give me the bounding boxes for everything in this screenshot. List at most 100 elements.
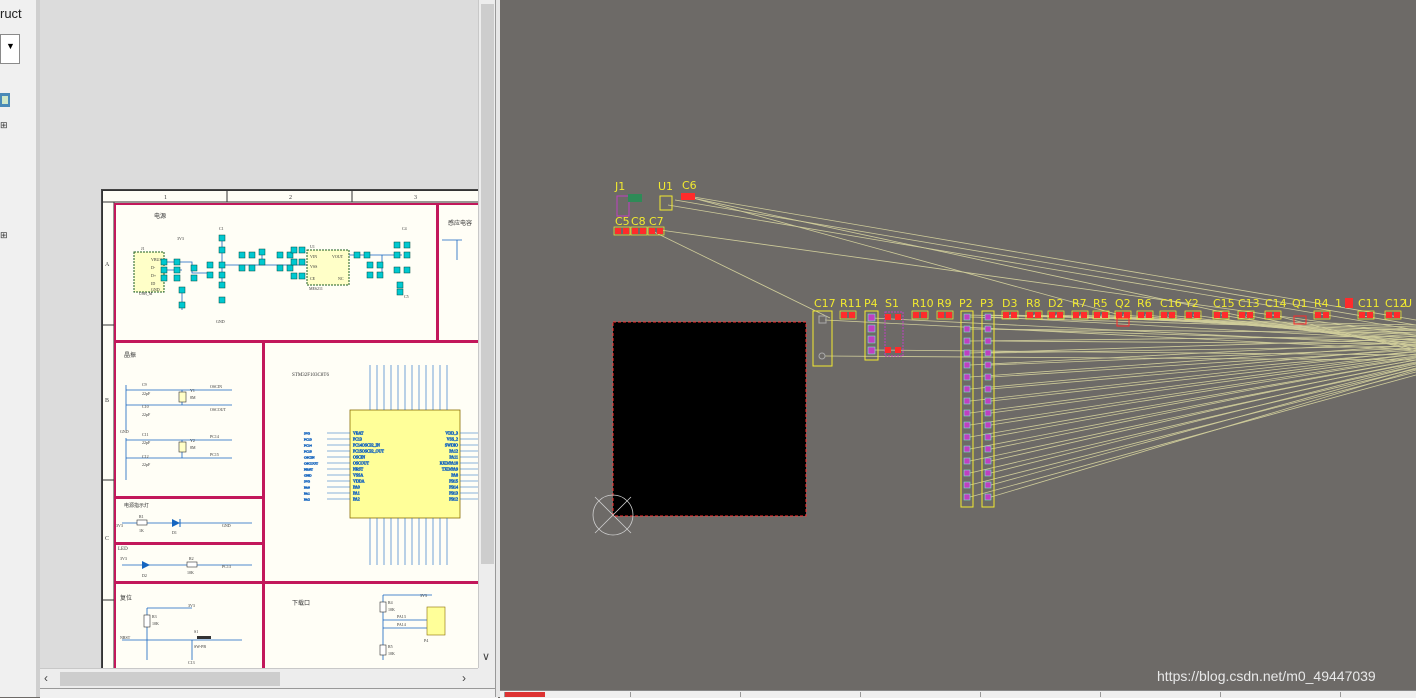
layer-tab[interactable]	[860, 692, 921, 697]
section-title-crystal: 晶振	[124, 351, 136, 359]
pcb-designator: C14	[1265, 297, 1287, 310]
regulator-pin: NC	[338, 276, 344, 281]
schematic-pad	[190, 264, 198, 272]
regulator-pin: VOUT	[332, 254, 344, 259]
schematic-view[interactable]: 1 2 3 A B C 电源 感应电容 晶振 电源指示灯 LED 复位 下载口 …	[40, 0, 478, 668]
vertical-scrollbar[interactable]: ∨	[478, 0, 496, 668]
schematic-pad	[298, 246, 306, 254]
reset-part: C13	[188, 660, 195, 665]
row-label: C	[105, 536, 109, 542]
pcb-designator: R4	[1314, 297, 1329, 310]
chevron-down-icon: ▼	[6, 41, 15, 51]
regulator-pin: CE	[310, 276, 316, 281]
pcb-designator: 1	[1335, 297, 1342, 310]
crystal-y1	[178, 391, 187, 403]
pcb-view[interactable]: C17 R11 P4 S1 R10 R9 P2 P3 D3 R8 D2 R7 R5 Q2 R6 C16 Y2 C1…	[500, 0, 1416, 690]
tree-expand-icon[interactable]: ⊞	[0, 120, 12, 130]
schematic-pad	[218, 271, 226, 279]
schematic-pad	[396, 281, 404, 289]
pcb-designator: Y2	[1184, 297, 1199, 310]
horizontal-scrollbar[interactable]: ‹ ›	[40, 668, 478, 689]
pcb-designator: C15	[1213, 297, 1235, 310]
board-outline	[612, 321, 807, 517]
pcb-pad	[963, 337, 971, 345]
crystal-part: Y1	[190, 388, 195, 393]
pcb-pad	[984, 337, 992, 345]
reset-section	[114, 582, 264, 668]
regulator-pin: VIN	[310, 254, 317, 259]
crystal-part: 8M	[190, 445, 196, 450]
panel-dropdown[interactable]: ▼	[0, 34, 20, 64]
pcb-pad	[1367, 312, 1373, 318]
usb-pin: D-	[151, 265, 156, 270]
scroll-left-icon[interactable]: ‹	[44, 671, 48, 685]
pcb-pad	[963, 433, 971, 441]
pcb-designator: R8	[1026, 297, 1041, 310]
schematic-pad	[403, 266, 411, 274]
mcu-net-label: PA2	[304, 498, 310, 502]
scroll-thumb[interactable]	[60, 672, 280, 686]
pcb-designator: U	[1404, 297, 1412, 310]
pcb-pad	[895, 314, 901, 320]
column-label: 1	[164, 195, 167, 201]
tree-node-icon[interactable]	[0, 93, 12, 107]
cap-label: C1	[219, 226, 224, 231]
reset-part: 10K	[152, 621, 159, 626]
pcb-pad	[963, 397, 971, 405]
pcb-designator: C11	[1358, 297, 1380, 310]
pcb-designator: R7	[1072, 297, 1087, 310]
download-section	[263, 582, 478, 668]
mcu-net-label: PA1	[304, 492, 310, 496]
led-part: R2	[189, 556, 194, 561]
pcb-pad	[1161, 312, 1167, 318]
schematic-pad	[160, 274, 168, 282]
section-title-power: 电源	[154, 212, 166, 220]
reset-part: SW-PB	[194, 644, 206, 649]
pcb-canvas[interactable]: C17 R11 P4 S1 R10 R9 P2 P3 D3 R8 D2 R7 R5 Q2 R6 C16 Y2 C1…	[500, 0, 1416, 690]
scroll-thumb[interactable]	[481, 4, 494, 564]
schematic-pad	[190, 274, 198, 282]
pcb-designator: C17	[814, 297, 836, 310]
pcb-pad	[640, 228, 646, 234]
usb-pin: D+	[151, 273, 157, 278]
power-led-part: 1K	[139, 528, 144, 533]
layer-tab[interactable]	[980, 692, 1041, 697]
download-header	[426, 606, 446, 636]
tree-expand-icon[interactable]: ⊞	[0, 230, 12, 240]
mcu-pin-label: PA1	[353, 491, 360, 496]
pcb-pad	[946, 312, 952, 318]
power-led-net: GND	[222, 523, 231, 528]
pcb-pad	[938, 312, 944, 318]
pcb-designator: D2	[1048, 297, 1063, 310]
schematic-pad	[218, 281, 226, 289]
reset-part: NRST	[120, 635, 131, 640]
schematic-pad	[376, 261, 384, 269]
crystal-net: GND	[120, 429, 129, 434]
schematic-pad	[238, 264, 246, 272]
layer-tab-active[interactable]	[504, 692, 545, 697]
section-title-download: 下载口	[292, 599, 310, 607]
layer-tab[interactable]	[1340, 692, 1401, 697]
section-title-sensor: 感应电容	[448, 219, 472, 227]
schematic-pad	[178, 301, 186, 309]
layer-tab[interactable]	[1100, 692, 1161, 697]
layer-tab[interactable]	[740, 692, 801, 697]
scroll-right-icon[interactable]: ›	[462, 671, 466, 685]
layer-tab[interactable]	[1220, 692, 1281, 697]
pcb-pad	[984, 481, 992, 489]
pcb-pad	[984, 313, 992, 321]
layer-tab[interactable]	[630, 692, 691, 697]
resistor-r5	[379, 644, 387, 656]
schematic-pad	[258, 248, 266, 256]
resistor-r2	[186, 561, 198, 568]
schematic-pad	[298, 272, 306, 280]
schematic-pad	[258, 258, 266, 266]
pcb-pad	[1315, 312, 1321, 318]
pcb-designator: J1	[614, 180, 625, 193]
scroll-down-icon[interactable]: ∨	[482, 650, 490, 663]
led-d2	[142, 561, 150, 569]
section-title-power-led: 电源指示灯	[124, 502, 149, 509]
regulator-ref: U1	[310, 244, 315, 249]
ratsnest-line	[990, 355, 1416, 414]
schematic-pad	[403, 241, 411, 249]
